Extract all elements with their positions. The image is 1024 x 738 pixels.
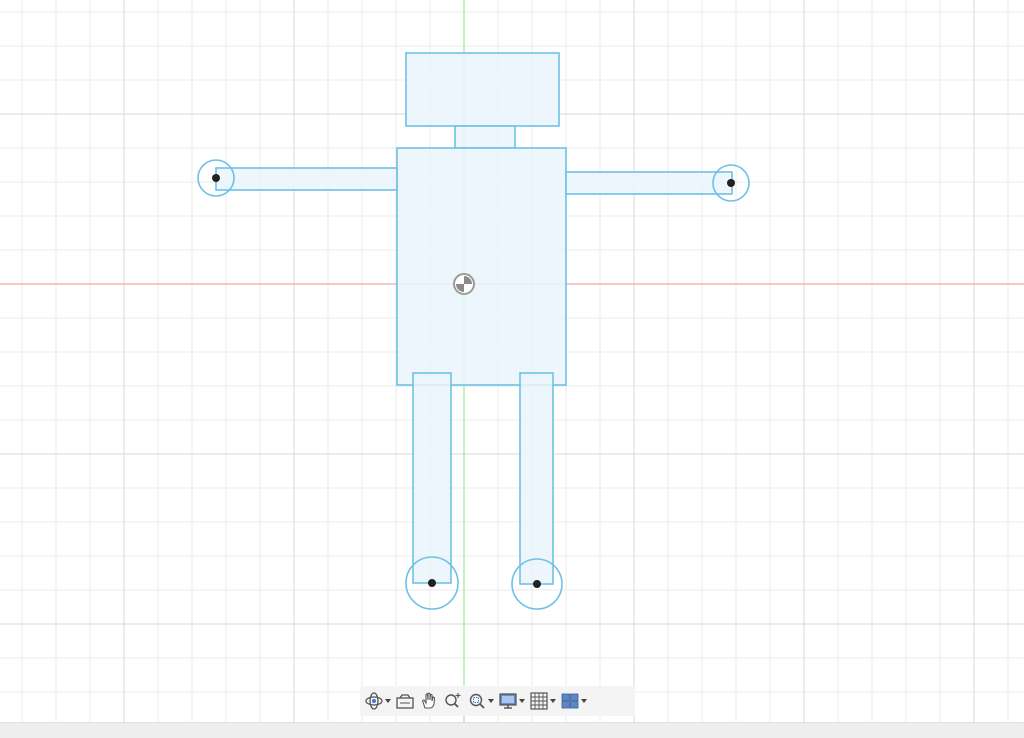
pan-hand-icon <box>422 692 436 709</box>
right-leg-rect[interactable] <box>519 372 554 585</box>
display-settings-icon <box>499 693 517 709</box>
display-settings-button[interactable] <box>496 687 527 715</box>
grid-icon <box>530 692 548 710</box>
orbit-icon <box>365 692 383 710</box>
pan-button[interactable] <box>417 687 441 715</box>
chevron-down-icon <box>581 699 587 703</box>
viewports-button[interactable] <box>558 687 589 715</box>
look-at-button[interactable] <box>393 687 417 715</box>
right-hand-point[interactable] <box>727 179 735 187</box>
chevron-down-icon <box>385 699 391 703</box>
zoom-icon <box>445 693 461 708</box>
status-bar <box>0 722 1024 738</box>
torso-rect[interactable] <box>396 147 567 386</box>
sketch-canvas[interactable] <box>0 0 1024 722</box>
viewports-icon <box>561 693 579 709</box>
fit-button[interactable] <box>465 687 496 715</box>
fit-zoom-icon <box>469 693 485 709</box>
right-arm-rect[interactable] <box>565 171 733 195</box>
neck-rect[interactable] <box>454 125 516 149</box>
left-leg-rect[interactable] <box>412 372 452 584</box>
robot-sketch[interactable] <box>197 52 750 610</box>
navigation-toolbar <box>360 686 635 716</box>
origin-icon[interactable] <box>453 273 475 295</box>
left-foot-point[interactable] <box>428 579 436 587</box>
chevron-down-icon <box>550 699 556 703</box>
zoom-button[interactable] <box>441 687 465 715</box>
orbit-button[interactable] <box>362 687 393 715</box>
chevron-down-icon <box>488 699 494 703</box>
chevron-down-icon <box>519 699 525 703</box>
grid-snaps-button[interactable] <box>527 687 558 715</box>
left-hand-point[interactable] <box>212 174 220 182</box>
head-rect[interactable] <box>405 52 560 127</box>
right-foot-point[interactable] <box>533 580 541 588</box>
left-arm-rect[interactable] <box>215 167 398 191</box>
look-at-icon <box>396 694 414 709</box>
